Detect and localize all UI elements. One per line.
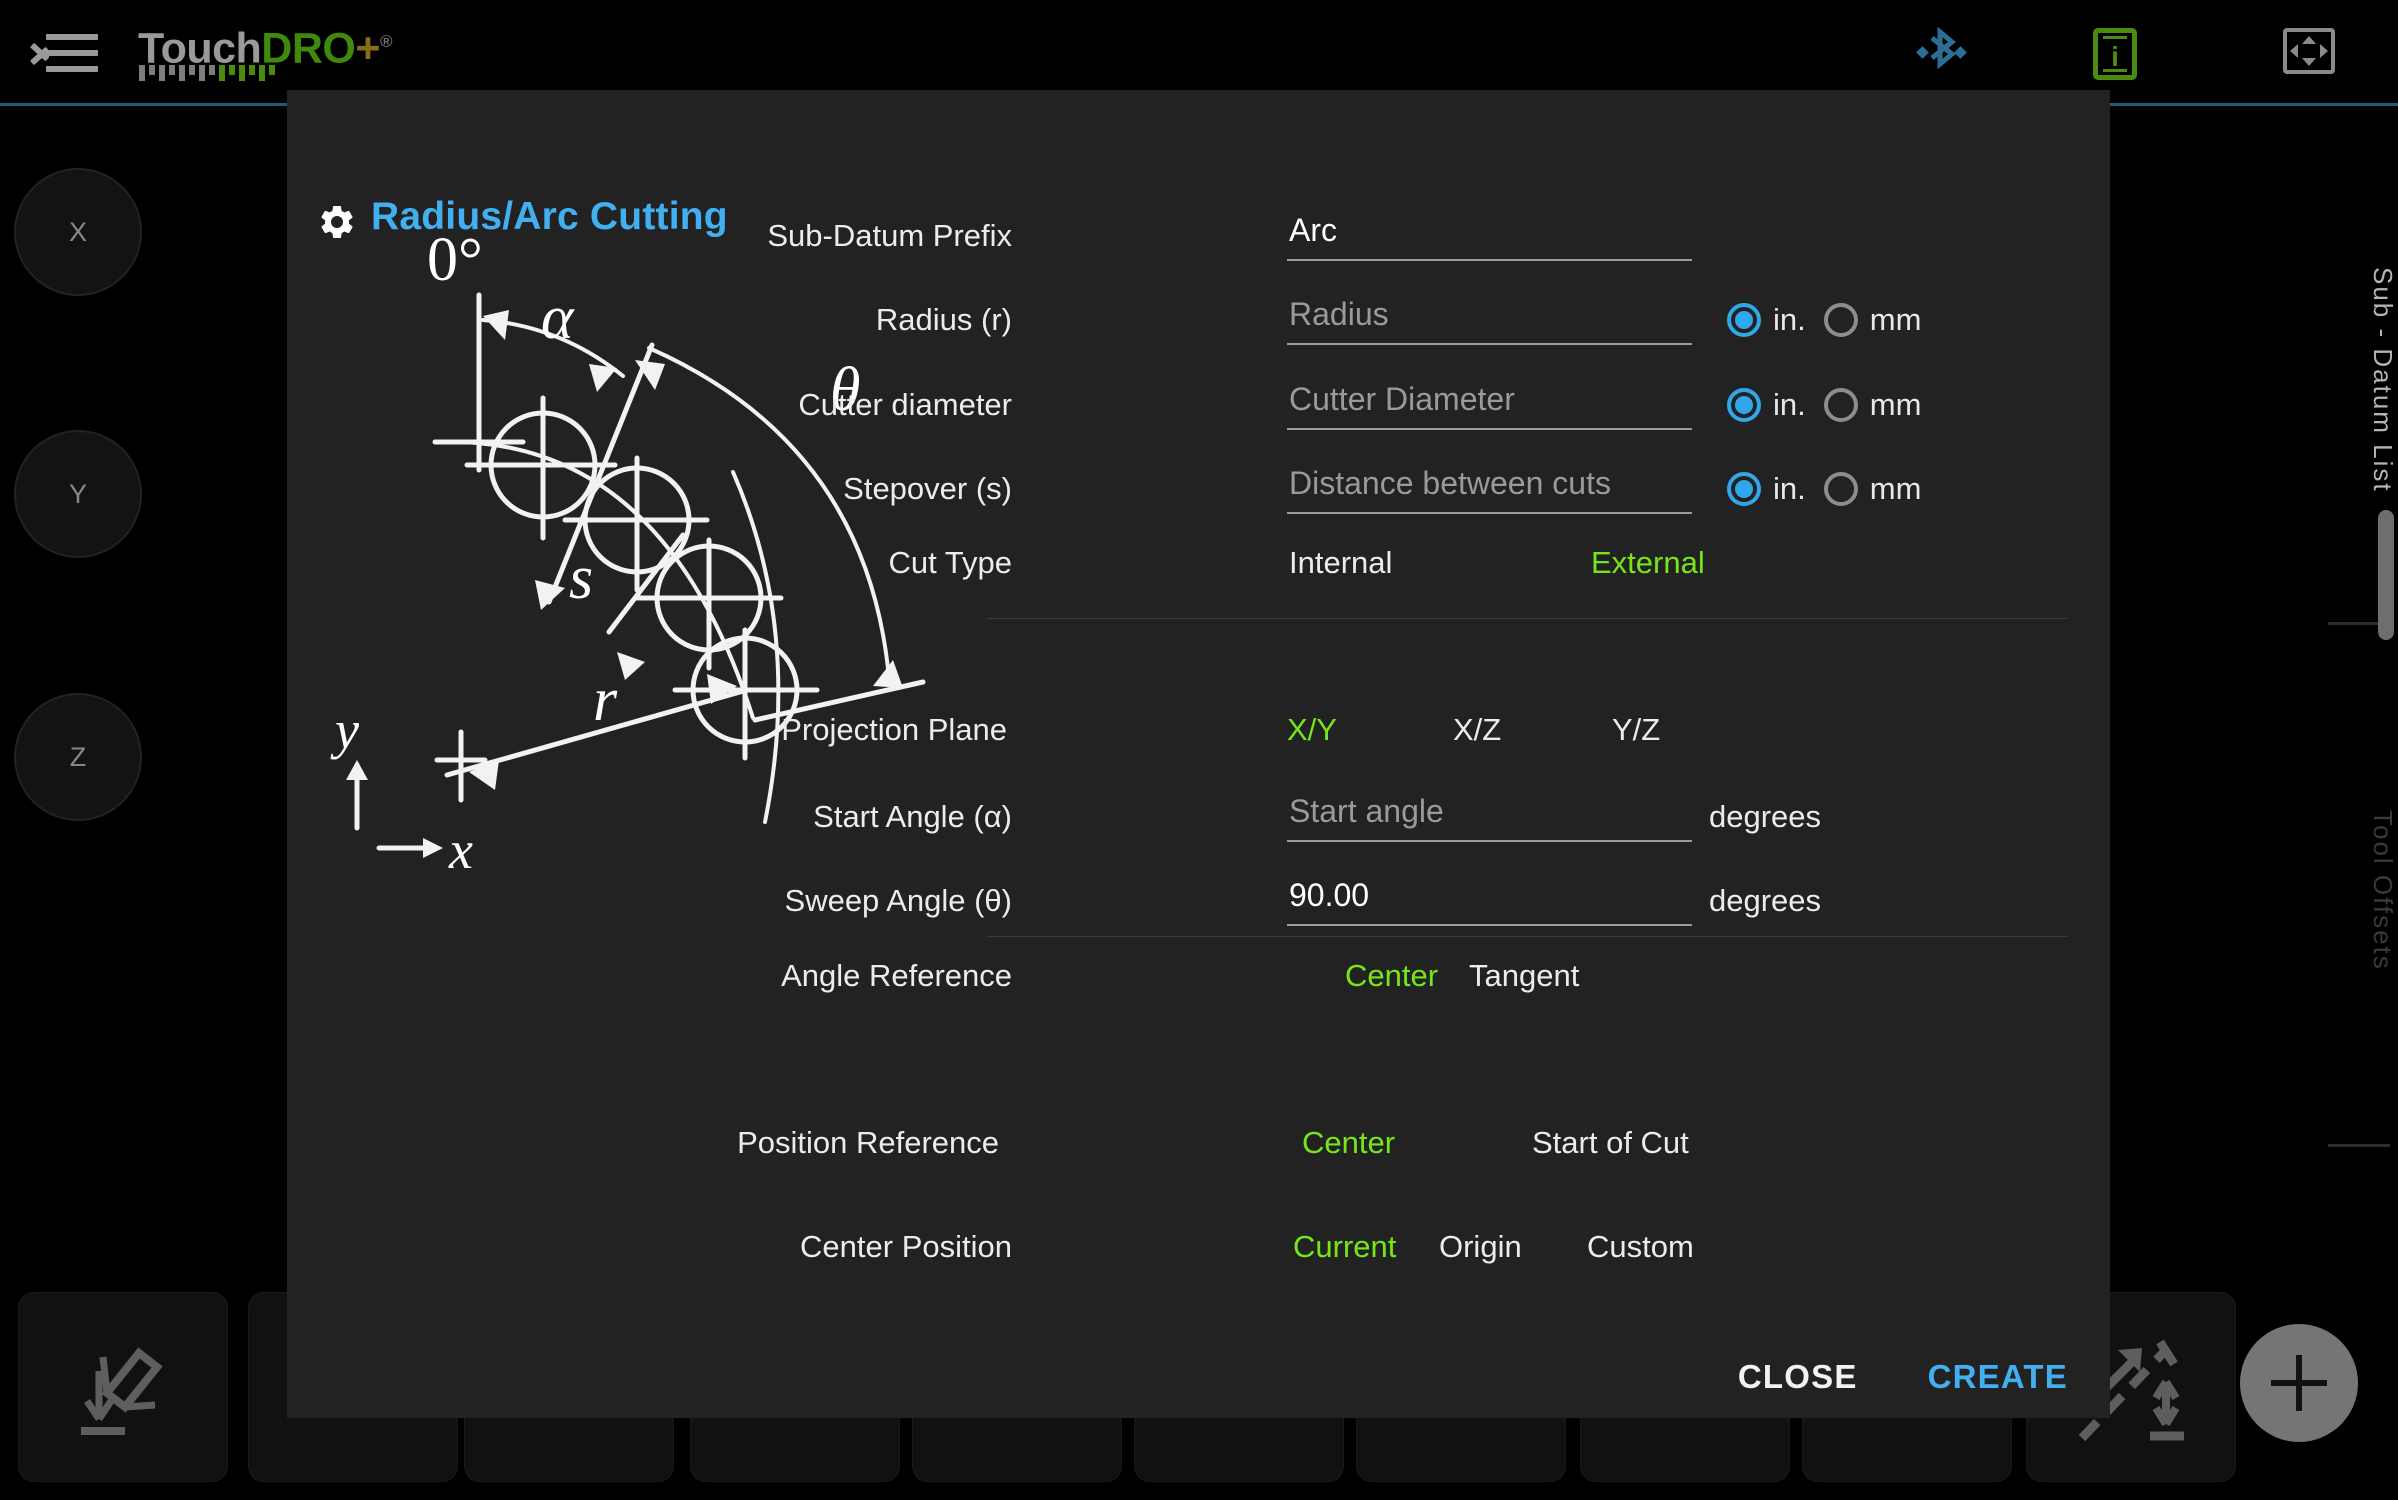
input-cutter-diameter[interactable]: Cutter Diameter <box>1287 375 1692 430</box>
radius-arc-cutting-dialog: Radius/Arc Cutting 0° α θ s r y x Sub-Da… <box>287 90 2110 1418</box>
radio-dot-inch <box>1727 388 1761 422</box>
label-start-angle: Start Angle (α) <box>813 799 1012 834</box>
option-center-pos-origin[interactable]: Origin <box>1439 1229 1522 1265</box>
close-button[interactable]: CLOSE <box>1738 1358 1858 1396</box>
vertical-scrollbar[interactable] <box>2378 510 2394 640</box>
option-angle-ref-center[interactable]: Center <box>1345 958 1438 994</box>
radio-label-mm: mm <box>1869 302 1922 337</box>
label-center-position: Center Position <box>800 1229 1012 1264</box>
radio-dot-mm <box>1823 303 1858 337</box>
row-position-reference: Position Reference Center Start of Cut <box>737 1107 2087 1211</box>
row-start-angle: Start Angle (α) Start angle degrees <box>813 781 2087 865</box>
option-plane-xy[interactable]: X/Y <box>1287 712 1337 748</box>
units-radius: in. mm <box>1727 302 1921 338</box>
dialog-form: Sub-Datum Prefix Arc Radius (r) Radius i… <box>737 200 2087 1300</box>
diagram-zero-label: 0° <box>427 226 483 294</box>
option-pos-ref-start-of-cut[interactable]: Start of Cut <box>1532 1125 1689 1161</box>
option-center-pos-custom[interactable]: Custom <box>1587 1229 1694 1265</box>
input-sweep-angle[interactable]: 90.00 <box>1287 871 1692 926</box>
radio-label-inch: in. <box>1773 302 1806 337</box>
tab-divider-2 <box>2328 1144 2390 1147</box>
radio-radius-mm[interactable]: mm <box>1823 302 1922 338</box>
radio-label-mm: mm <box>1869 471 1922 506</box>
option-angle-ref-tangent[interactable]: Tangent <box>1469 958 1579 994</box>
radio-label-inch: in. <box>1773 387 1806 422</box>
radio-stepover-mm[interactable]: mm <box>1823 471 1922 507</box>
axis-label-y: Y <box>68 478 87 509</box>
svg-text:r: r <box>593 666 618 734</box>
label-cut-type: Cut Type <box>888 545 1012 580</box>
logo-scale-ticks <box>139 65 275 81</box>
row-stepover: Stepover (s) Distance between cuts in. m… <box>843 453 2087 537</box>
units-stepover: in. mm <box>1727 471 1921 507</box>
right-tab-strip: Sub - Datum List Tool Offsets <box>2318 110 2398 1270</box>
input-sub-datum-prefix[interactable]: Arc <box>1287 206 1692 261</box>
option-plane-yz[interactable]: Y/Z <box>1612 712 1660 748</box>
axis-button-y[interactable]: Y <box>14 430 142 558</box>
logo-text-dro: DRO <box>261 24 356 73</box>
label-radius: Radius (r) <box>875 302 1012 337</box>
row-cutter-diameter: Cutter diameter Cutter Diameter in. mm <box>798 369 2087 453</box>
row-cut-type: Cut Type Internal External <box>888 527 2087 611</box>
fullscreen-icon[interactable] <box>2283 28 2335 74</box>
radio-dot-mm <box>1823 472 1858 506</box>
radio-dot-inch <box>1727 472 1761 506</box>
option-cut-type-internal[interactable]: Internal <box>1289 545 1392 581</box>
logo-registered-mark: ® <box>379 32 393 51</box>
axis-button-z[interactable]: Z <box>14 693 142 821</box>
logo-text-plus: + <box>355 24 380 73</box>
bluetooth-icon[interactable] <box>1912 24 1968 82</box>
axis-button-x[interactable]: X <box>14 168 142 296</box>
app-logo: TouchDRO+® <box>138 20 393 82</box>
label-sweep-angle: Sweep Angle (θ) <box>784 883 1012 918</box>
row-sub-datum-prefix: Sub-Datum Prefix Arc <box>767 200 2087 284</box>
svg-text:α: α <box>541 284 575 352</box>
device-info-icon[interactable]: i <box>2093 28 2137 80</box>
axis-label-x: X <box>68 216 87 247</box>
option-center-pos-current[interactable]: Current <box>1293 1229 1396 1265</box>
app-root: TouchDRO+® i X Y Z Sub - Datum List Tool… <box>0 0 2398 1500</box>
suffix-sweep-angle: degrees <box>1709 883 1822 918</box>
option-pos-ref-center[interactable]: Center <box>1302 1125 1395 1161</box>
input-stepover[interactable]: Distance between cuts <box>1287 459 1692 514</box>
suffix-start-angle: degrees <box>1709 799 1822 834</box>
svg-text:s: s <box>569 544 593 612</box>
tab-tool-offsets[interactable]: Tool Offsets <box>2318 650 2398 1130</box>
radio-label-mm: mm <box>1869 387 1922 422</box>
label-cutter-diameter: Cutter diameter <box>798 387 1012 422</box>
input-start-angle[interactable]: Start angle <box>1287 787 1692 842</box>
units-cutter-diameter: in. mm <box>1727 387 1921 423</box>
axis-label-z: Z <box>69 741 87 772</box>
label-stepover: Stepover (s) <box>843 471 1012 506</box>
menu-collapse-icon[interactable] <box>32 30 98 76</box>
tool-set-datum-icon[interactable] <box>18 1292 228 1482</box>
radio-dot-mm <box>1823 388 1858 422</box>
option-cut-type-external[interactable]: External <box>1591 545 1705 581</box>
input-radius[interactable]: Radius <box>1287 290 1692 345</box>
radio-stepover-inch[interactable]: in. <box>1727 471 1806 507</box>
label-sub-datum-prefix: Sub-Datum Prefix <box>767 218 1012 253</box>
label-angle-reference: Angle Reference <box>781 958 1012 993</box>
radio-radius-inch[interactable]: in. <box>1727 302 1806 338</box>
row-angle-reference: Angle Reference Center Tangent <box>781 940 2087 1070</box>
create-button[interactable]: CREATE <box>1928 1358 2068 1396</box>
label-position-reference: Position Reference <box>737 1125 999 1160</box>
dialog-actions: CLOSE CREATE <box>1738 1358 2068 1396</box>
radio-dot-inch <box>1727 303 1761 337</box>
add-button[interactable] <box>2240 1324 2358 1442</box>
radio-label-inch: in. <box>1773 471 1806 506</box>
row-radius: Radius (r) Radius in. mm <box>876 284 2087 368</box>
divider-1 <box>987 618 2067 619</box>
radio-cutter-inch[interactable]: in. <box>1727 387 1806 423</box>
row-center-position: Center Position Current Origin Custom <box>800 1211 2087 1295</box>
svg-text:y: y <box>330 700 359 760</box>
option-plane-xz[interactable]: X/Z <box>1453 712 1501 748</box>
label-projection-plane: Projection Plane <box>781 712 1007 747</box>
divider-2 <box>987 936 2067 937</box>
svg-text:x: x <box>448 820 473 880</box>
radio-cutter-mm[interactable]: mm <box>1823 387 1922 423</box>
